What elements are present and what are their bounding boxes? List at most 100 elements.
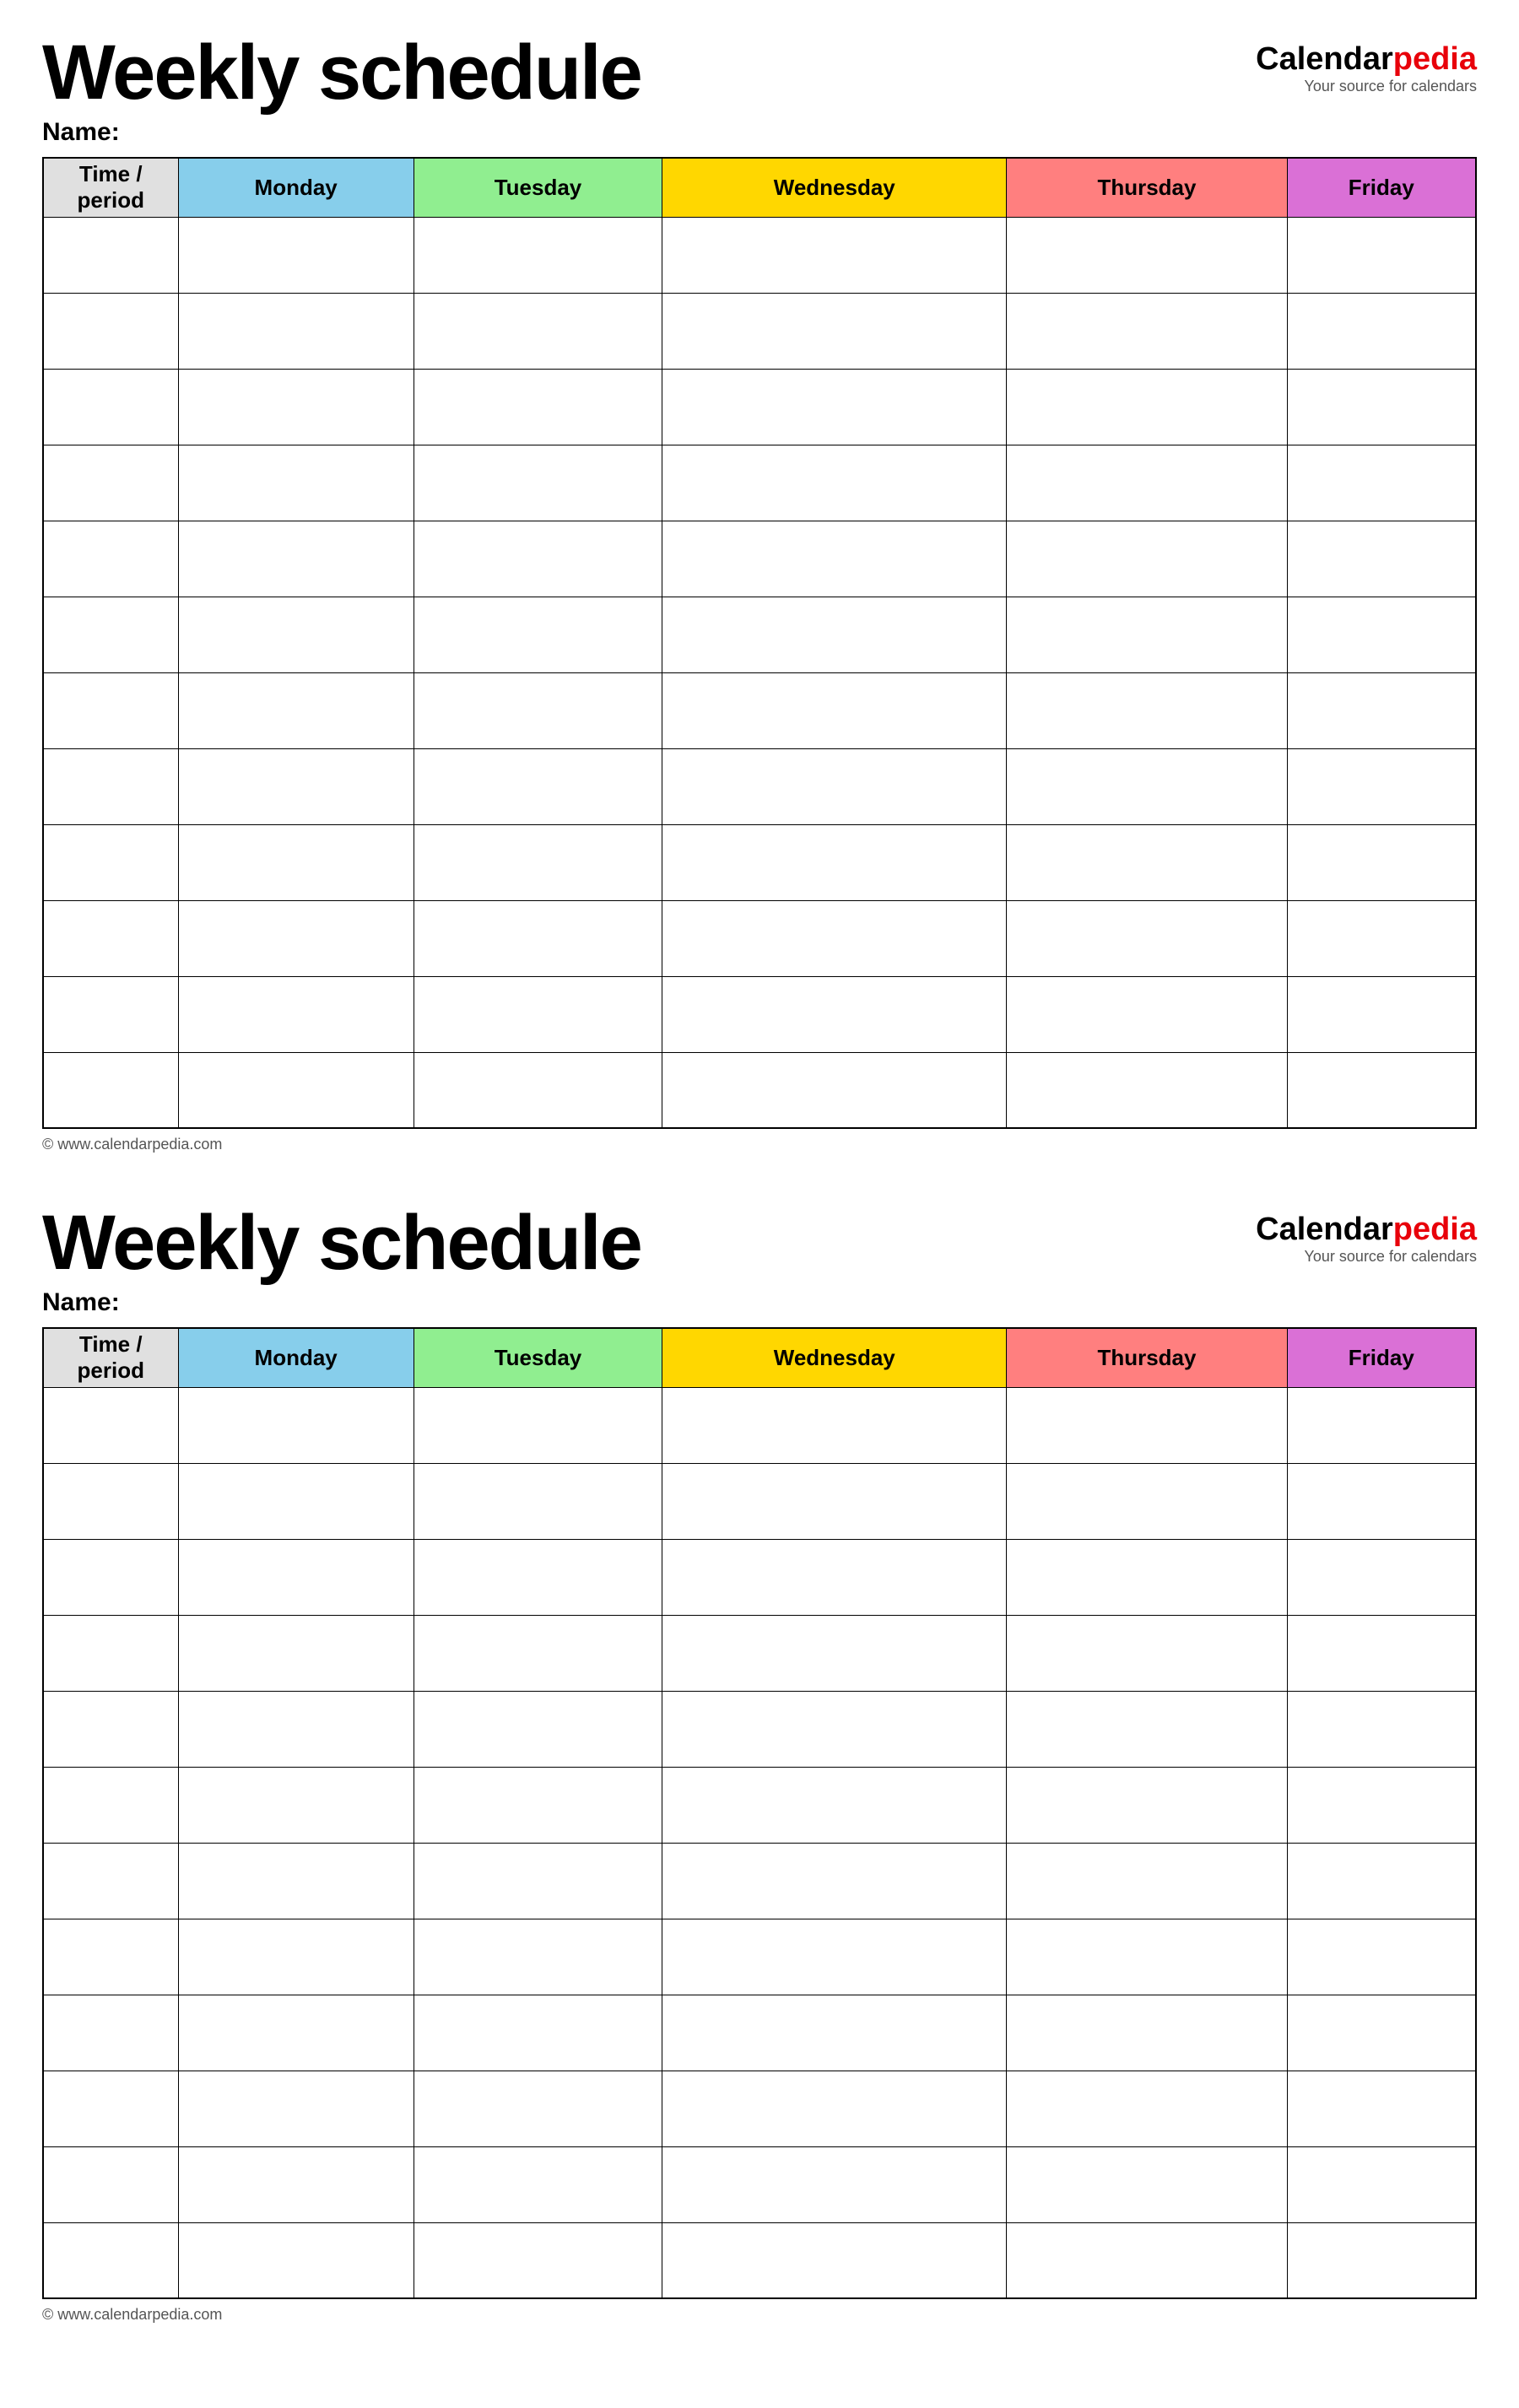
table-cell[interactable]	[43, 2222, 178, 2298]
table-cell[interactable]	[1287, 521, 1476, 597]
table-cell[interactable]	[1007, 1387, 1287, 1463]
table-cell[interactable]	[43, 293, 178, 369]
table-cell[interactable]	[43, 824, 178, 900]
table-cell[interactable]	[1007, 1843, 1287, 1919]
table-cell[interactable]	[662, 1919, 1007, 1995]
table-cell[interactable]	[178, 1919, 414, 1995]
table-cell[interactable]	[1007, 1767, 1287, 1843]
table-cell[interactable]	[178, 1463, 414, 1539]
table-cell[interactable]	[178, 217, 414, 293]
table-cell[interactable]	[414, 293, 662, 369]
table-cell[interactable]	[1007, 672, 1287, 748]
table-cell[interactable]	[1287, 2071, 1476, 2146]
table-cell[interactable]	[1007, 900, 1287, 976]
table-cell[interactable]	[43, 672, 178, 748]
table-cell[interactable]	[178, 1387, 414, 1463]
table-cell[interactable]	[43, 1767, 178, 1843]
table-cell[interactable]	[662, 1615, 1007, 1691]
table-cell[interactable]	[178, 1052, 414, 1128]
table-cell[interactable]	[662, 369, 1007, 445]
table-cell[interactable]	[178, 900, 414, 976]
table-cell[interactable]	[414, 2146, 662, 2222]
table-cell[interactable]	[1007, 2071, 1287, 2146]
table-cell[interactable]	[1007, 748, 1287, 824]
table-cell[interactable]	[1007, 1052, 1287, 1128]
table-cell[interactable]	[1007, 1539, 1287, 1615]
table-cell[interactable]	[1287, 976, 1476, 1052]
table-cell[interactable]	[178, 976, 414, 1052]
table-cell[interactable]	[43, 1995, 178, 2071]
table-cell[interactable]	[662, 900, 1007, 976]
table-cell[interactable]	[178, 369, 414, 445]
table-cell[interactable]	[43, 1919, 178, 1995]
table-cell[interactable]	[178, 597, 414, 672]
table-cell[interactable]	[178, 1843, 414, 1919]
table-cell[interactable]	[662, 672, 1007, 748]
table-cell[interactable]	[1287, 1919, 1476, 1995]
table-cell[interactable]	[43, 445, 178, 521]
table-cell[interactable]	[414, 900, 662, 976]
table-cell[interactable]	[414, 1995, 662, 2071]
table-cell[interactable]	[178, 748, 414, 824]
table-cell[interactable]	[414, 1767, 662, 1843]
table-cell[interactable]	[178, 2071, 414, 2146]
table-cell[interactable]	[43, 1843, 178, 1919]
table-cell[interactable]	[43, 1387, 178, 1463]
table-cell[interactable]	[1287, 900, 1476, 976]
table-cell[interactable]	[178, 445, 414, 521]
table-cell[interactable]	[1287, 824, 1476, 900]
table-cell[interactable]	[662, 1539, 1007, 1615]
table-cell[interactable]	[414, 2222, 662, 2298]
table-cell[interactable]	[414, 1919, 662, 1995]
table-cell[interactable]	[43, 1539, 178, 1615]
table-cell[interactable]	[662, 2222, 1007, 2298]
table-cell[interactable]	[1287, 1387, 1476, 1463]
table-cell[interactable]	[414, 597, 662, 672]
table-cell[interactable]	[43, 1052, 178, 1128]
table-cell[interactable]	[1007, 521, 1287, 597]
table-cell[interactable]	[178, 1995, 414, 2071]
table-cell[interactable]	[1287, 369, 1476, 445]
table-cell[interactable]	[43, 976, 178, 1052]
table-cell[interactable]	[43, 748, 178, 824]
table-cell[interactable]	[414, 1463, 662, 1539]
table-cell[interactable]	[1287, 1463, 1476, 1539]
table-cell[interactable]	[414, 1052, 662, 1128]
table-cell[interactable]	[1007, 445, 1287, 521]
table-cell[interactable]	[43, 1615, 178, 1691]
table-cell[interactable]	[662, 445, 1007, 521]
table-cell[interactable]	[1287, 1995, 1476, 2071]
table-cell[interactable]	[662, 2146, 1007, 2222]
table-cell[interactable]	[178, 521, 414, 597]
table-cell[interactable]	[662, 1767, 1007, 1843]
table-cell[interactable]	[414, 672, 662, 748]
table-cell[interactable]	[662, 1995, 1007, 2071]
table-cell[interactable]	[414, 445, 662, 521]
table-cell[interactable]	[662, 217, 1007, 293]
table-cell[interactable]	[178, 1615, 414, 1691]
table-cell[interactable]	[1287, 293, 1476, 369]
table-cell[interactable]	[414, 1387, 662, 1463]
table-cell[interactable]	[1007, 2222, 1287, 2298]
table-cell[interactable]	[1287, 1052, 1476, 1128]
table-cell[interactable]	[178, 1539, 414, 1615]
table-cell[interactable]	[1287, 2222, 1476, 2298]
table-cell[interactable]	[414, 369, 662, 445]
table-cell[interactable]	[1287, 597, 1476, 672]
table-cell[interactable]	[662, 976, 1007, 1052]
table-cell[interactable]	[414, 1615, 662, 1691]
table-cell[interactable]	[414, 748, 662, 824]
table-cell[interactable]	[662, 1387, 1007, 1463]
table-cell[interactable]	[178, 293, 414, 369]
table-cell[interactable]	[662, 748, 1007, 824]
table-cell[interactable]	[662, 2071, 1007, 2146]
table-cell[interactable]	[1007, 1615, 1287, 1691]
table-cell[interactable]	[43, 2146, 178, 2222]
table-cell[interactable]	[1287, 1691, 1476, 1767]
table-cell[interactable]	[662, 824, 1007, 900]
table-cell[interactable]	[1007, 1919, 1287, 1995]
table-cell[interactable]	[43, 1463, 178, 1539]
table-cell[interactable]	[43, 597, 178, 672]
table-cell[interactable]	[1007, 217, 1287, 293]
table-cell[interactable]	[414, 217, 662, 293]
